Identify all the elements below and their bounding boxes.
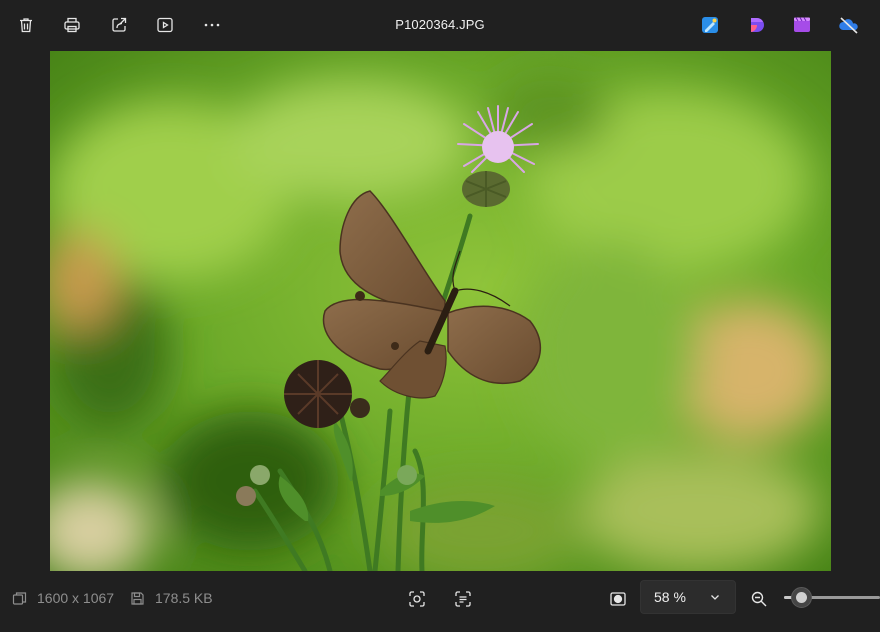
dimensions-label: 1600 x 1067 [37,590,115,606]
zoom-slider-thumb[interactable] [791,587,812,608]
clipchamp-icon [751,18,764,32]
visual-search-icon [409,591,425,607]
edit-with-video-editor-button[interactable] [791,14,813,36]
photo-canvas[interactable] [50,51,831,571]
butterfly-photo [50,51,831,571]
image-dimensions: 1600 x 1067 [12,590,114,606]
edit-with-paint-button[interactable] [699,14,721,36]
paint-icon [702,17,718,33]
fit-window-icon [610,592,626,606]
photo-viewer-window: P1020364.JPG 1600 x 1067 178.5 KB 58 % [0,0,880,632]
image-size-icon [12,591,27,605]
visual-search-button[interactable] [403,585,431,613]
video-editor-icon [794,17,810,32]
zoom-out-icon [751,591,767,607]
scan-text-icon [455,591,471,607]
scan-text-button[interactable] [449,585,477,613]
onedrive-backup-button[interactable] [838,14,860,36]
onedrive-icon [839,17,858,34]
edit-with-clipchamp-button[interactable] [746,14,768,36]
chevron-down-icon [711,595,719,600]
file-size-label: 178.5 KB [155,590,213,606]
zoom-dropdown[interactable]: 58 % [640,580,736,614]
file-size: 178.5 KB [130,590,213,606]
zoom-value: 58 % [654,589,686,605]
save-disk-icon [131,591,144,605]
fit-to-window-button[interactable] [604,585,632,613]
zoom-out-button[interactable] [745,585,773,613]
bottom-status-bar: 1600 x 1067 178.5 KB 58 % [0,572,880,632]
top-toolbar: P1020364.JPG [0,0,880,50]
